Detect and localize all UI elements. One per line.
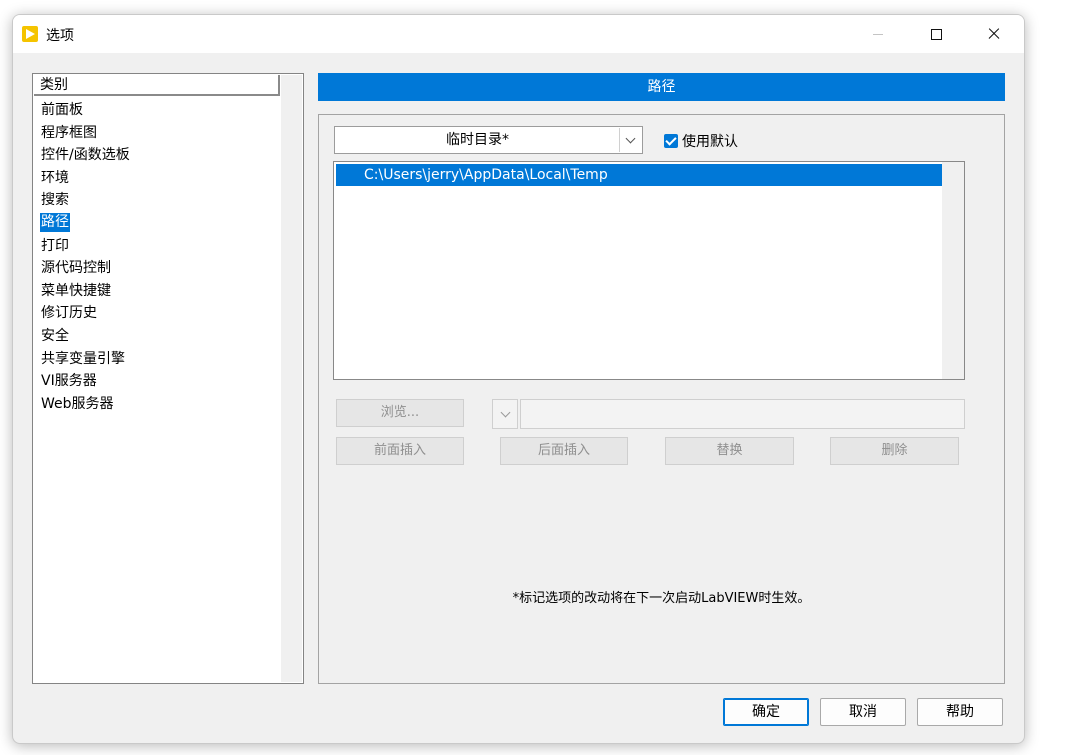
category-row[interactable]: 菜单快捷键 <box>40 280 131 303</box>
category-row[interactable]: 路径 <box>40 212 131 235</box>
category-item[interactable]: 打印 <box>40 235 131 258</box>
window-title: 选项 <box>46 28 74 44</box>
category-item[interactable]: Web服务器 <box>40 393 131 416</box>
help-button[interactable]: 帮助 <box>917 698 1003 726</box>
path-input[interactable] <box>520 399 965 429</box>
category-row[interactable]: 程序框图 <box>40 122 131 145</box>
options-dialog: 选项 类别 前面板 程序框图 控件/函数选板 环境 搜索 路径 打印 源代码控制 菜单快捷键 修订… <box>12 14 1025 744</box>
category-row[interactable]: 环境 <box>40 167 131 190</box>
category-row[interactable]: 源代码控制 <box>40 257 131 280</box>
maximize-icon <box>930 28 942 40</box>
category-item[interactable]: 菜单快捷键 <box>40 280 131 303</box>
delete-button[interactable]: 删除 <box>830 437 959 465</box>
category-row[interactable]: 安全 <box>40 325 131 348</box>
chevron-down-icon <box>625 133 636 143</box>
minimize-icon <box>873 33 883 35</box>
chevron-down-icon <box>500 407 510 417</box>
panel-title: 路径 <box>318 73 1005 101</box>
use-default-label: 使用默认 <box>682 134 738 150</box>
directory-select-value: 临时目录* <box>446 132 509 148</box>
ok-button[interactable]: 确定 <box>723 698 809 726</box>
path-list-scrollbar[interactable] <box>942 162 964 379</box>
category-item[interactable]: VI服务器 <box>40 370 131 393</box>
category-item[interactable]: 源代码控制 <box>40 257 131 280</box>
category-row[interactable]: 前面板 <box>40 99 131 122</box>
category-row[interactable]: 控件/函数选板 <box>40 144 131 167</box>
category-row[interactable]: 共享变量引擎 <box>40 348 131 371</box>
path-list[interactable]: C:\Users\jerry\AppData\Local\Temp <box>333 161 965 380</box>
category-list[interactable]: 类别 前面板 程序框图 控件/函数选板 环境 搜索 路径打印 源代码控制 菜单快捷键 修订历史安… <box>32 73 304 684</box>
title-bar: 选项 <box>13 15 1024 53</box>
restart-note: *标记选项的改动将在下一次启动LabVIEW时生效。 <box>512 591 811 606</box>
category-item[interactable]: 共享变量引擎 <box>40 348 131 371</box>
category-item[interactable]: 前面板 <box>40 99 131 122</box>
replace-button[interactable]: 替换 <box>665 437 794 465</box>
category-item[interactable]: 程序框图 <box>40 122 131 145</box>
labview-icon <box>22 26 38 42</box>
category-item[interactable]: 路径 <box>40 212 70 232</box>
browse-button[interactable]: 浏览... <box>336 399 464 427</box>
directory-select-dropdown[interactable] <box>619 128 641 152</box>
minimize-button[interactable] <box>849 15 907 53</box>
close-icon <box>988 28 1000 40</box>
checkbox-checked-icon[interactable] <box>664 134 678 148</box>
insert-after-button[interactable]: 后面插入 <box>500 437 628 465</box>
use-default-checkbox[interactable]: 使用默认 <box>664 131 738 151</box>
category-items: 前面板 程序框图 控件/函数选板 环境 搜索 路径打印 源代码控制 菜单快捷键 修订历史 安全 共享… <box>40 99 131 415</box>
path-list-item[interactable]: C:\Users\jerry\AppData\Local\Temp <box>336 164 942 186</box>
category-list-header[interactable]: 类别 <box>34 75 280 96</box>
category-item[interactable]: 安全 <box>40 325 131 348</box>
category-list-scrollbar[interactable] <box>281 75 302 682</box>
path-history-dropdown[interactable] <box>492 399 518 429</box>
category-item[interactable]: 环境 <box>40 167 131 190</box>
category-row[interactable]: VI服务器 <box>40 370 131 393</box>
category-row[interactable]: 修订历史 <box>40 302 131 325</box>
category-item[interactable]: 搜索 <box>40 189 131 212</box>
maximize-button[interactable] <box>907 15 965 53</box>
close-button[interactable] <box>965 15 1023 53</box>
category-item[interactable]: 修订历史 <box>40 302 131 325</box>
category-item[interactable]: 控件/函数选板 <box>40 144 131 167</box>
category-row[interactable]: 打印 <box>40 235 131 258</box>
insert-before-button[interactable]: 前面插入 <box>336 437 464 465</box>
cancel-button[interactable]: 取消 <box>820 698 906 726</box>
category-row[interactable]: 搜索 <box>40 189 131 212</box>
category-row[interactable]: Web服务器 <box>40 393 131 416</box>
directory-select[interactable]: 临时目录* <box>334 126 643 154</box>
